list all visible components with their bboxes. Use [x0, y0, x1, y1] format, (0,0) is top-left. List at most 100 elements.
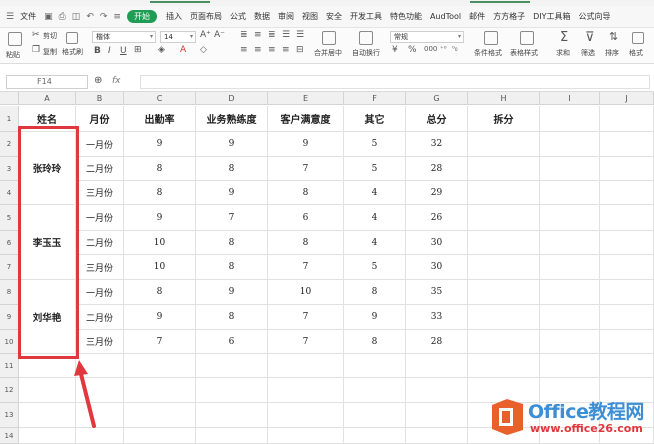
table-cell[interactable]: 8	[196, 305, 268, 330]
column-header-e[interactable]: E	[268, 92, 344, 105]
table-cell[interactable]: 9	[196, 181, 268, 205]
table-cell[interactable]: 29	[406, 181, 468, 205]
table-cell[interactable]: 9	[124, 132, 196, 157]
table-cell[interactable]	[344, 428, 406, 444]
table-cell[interactable]: 10	[268, 280, 344, 305]
name-cell[interactable]: 李玉玉	[19, 205, 76, 280]
font-name-select[interactable]: 楷体 ▾	[92, 31, 156, 43]
table-cell[interactable]	[19, 403, 76, 428]
merge-icon[interactable]	[322, 31, 336, 45]
column-header-d[interactable]: D	[196, 92, 268, 105]
table-cell[interactable]	[540, 231, 600, 255]
row-header-8[interactable]: 8	[0, 280, 19, 305]
tab-data[interactable]: 数据	[254, 11, 270, 22]
table-style-button[interactable]: 表格样式	[510, 48, 538, 58]
table-cell[interactable]	[600, 255, 654, 280]
column-header-g[interactable]: G	[406, 92, 468, 105]
tab-insert[interactable]: 插入	[166, 11, 182, 22]
align-center-icon[interactable]: ≡	[254, 45, 262, 55]
table-cell[interactable]	[268, 428, 344, 444]
justify-icon[interactable]: ≡	[282, 45, 290, 55]
column-header-c[interactable]: C	[124, 92, 196, 105]
table-cell[interactable]	[76, 403, 124, 428]
header-cell[interactable]: 月份	[76, 106, 124, 132]
table-cell[interactable]: 5	[344, 157, 406, 181]
table-cell[interactable]	[268, 378, 344, 403]
table-cell[interactable]	[600, 305, 654, 330]
row-header-14[interactable]: 14	[0, 428, 19, 444]
table-cell[interactable]: 8	[196, 231, 268, 255]
table-cell[interactable]: 三月份	[76, 181, 124, 205]
column-header-a[interactable]: A	[19, 92, 76, 105]
table-cell[interactable]	[600, 132, 654, 157]
paste-button[interactable]: 粘贴	[6, 50, 20, 60]
tab-review[interactable]: 审阅	[278, 11, 294, 22]
tab-security[interactable]: 安全	[326, 11, 342, 22]
conditional-format-icon[interactable]	[484, 31, 498, 45]
table-cell[interactable]	[600, 157, 654, 181]
align-bottom-icon[interactable]: ≣	[268, 30, 276, 40]
table-cell[interactable]: 30	[406, 255, 468, 280]
number-format-select[interactable]: 常规 ▾	[390, 31, 464, 43]
table-cell[interactable]	[19, 428, 76, 444]
table-cell[interactable]: 8	[196, 255, 268, 280]
table-cell[interactable]	[600, 330, 654, 354]
paste-icon[interactable]	[8, 32, 22, 46]
undo-icon[interactable]: ↶	[86, 12, 94, 22]
table-cell[interactable]	[540, 354, 600, 378]
table-cell[interactable]: 8	[124, 157, 196, 181]
tab-view[interactable]: 视图	[302, 11, 318, 22]
table-cell[interactable]	[468, 205, 540, 231]
table-cell[interactable]	[406, 428, 468, 444]
more-icon[interactable]: ≡	[113, 12, 121, 22]
name-cell[interactable]: 刘华艳	[19, 280, 76, 354]
table-cell[interactable]	[540, 330, 600, 354]
table-cell[interactable]	[19, 354, 76, 378]
table-cell[interactable]	[344, 378, 406, 403]
table-cell[interactable]	[406, 354, 468, 378]
row-header-10[interactable]: 10	[0, 330, 19, 354]
table-cell[interactable]	[468, 330, 540, 354]
header-cell[interactable]: 客户满意度	[268, 106, 344, 132]
row-header-1[interactable]: 1	[0, 106, 19, 132]
table-cell[interactable]	[540, 106, 600, 132]
align-right-icon[interactable]: ≡	[268, 45, 276, 55]
table-cell[interactable]: 8	[124, 181, 196, 205]
table-cell[interactable]: 35	[406, 280, 468, 305]
clear-format-icon[interactable]: ◇	[200, 45, 207, 55]
tab-formulas[interactable]: 公式	[230, 11, 246, 22]
table-cell[interactable]	[600, 181, 654, 205]
percent-icon[interactable]: %	[408, 45, 417, 55]
table-cell[interactable]	[540, 205, 600, 231]
header-cell[interactable]: 其它	[344, 106, 406, 132]
table-cell[interactable]: 7	[268, 330, 344, 354]
column-header-b[interactable]: B	[76, 92, 124, 105]
table-cell[interactable]: 4	[344, 231, 406, 255]
table-cell[interactable]: 6	[268, 205, 344, 231]
table-cell[interactable]: 9	[124, 305, 196, 330]
save-icon[interactable]: ▣	[44, 12, 53, 22]
align-middle-icon[interactable]: ≡	[254, 30, 262, 40]
table-cell[interactable]: 9	[344, 305, 406, 330]
table-cell[interactable]	[540, 280, 600, 305]
header-cell[interactable]: 出勤率	[124, 106, 196, 132]
table-cell[interactable]	[600, 106, 654, 132]
table-cell[interactable]: 一月份	[76, 132, 124, 157]
format-icon[interactable]	[632, 32, 644, 44]
italic-icon[interactable]: I	[108, 46, 111, 56]
table-cell[interactable]: 10	[124, 255, 196, 280]
table-cell[interactable]: 7	[268, 305, 344, 330]
table-cell[interactable]: 一月份	[76, 280, 124, 305]
format-button[interactable]: 格式	[629, 48, 643, 58]
table-cell[interactable]	[468, 255, 540, 280]
name-box[interactable]: F14	[6, 75, 88, 89]
table-cell[interactable]: 三月份	[76, 330, 124, 354]
table-cell[interactable]	[124, 428, 196, 444]
column-header-i[interactable]: I	[540, 92, 600, 105]
formula-input[interactable]	[140, 75, 650, 89]
table-cell[interactable]: 二月份	[76, 305, 124, 330]
fill-color-icon[interactable]: ◈	[158, 45, 165, 55]
table-cell[interactable]: 7	[268, 255, 344, 280]
table-cell[interactable]	[196, 378, 268, 403]
header-cell[interactable]: 总分	[406, 106, 468, 132]
